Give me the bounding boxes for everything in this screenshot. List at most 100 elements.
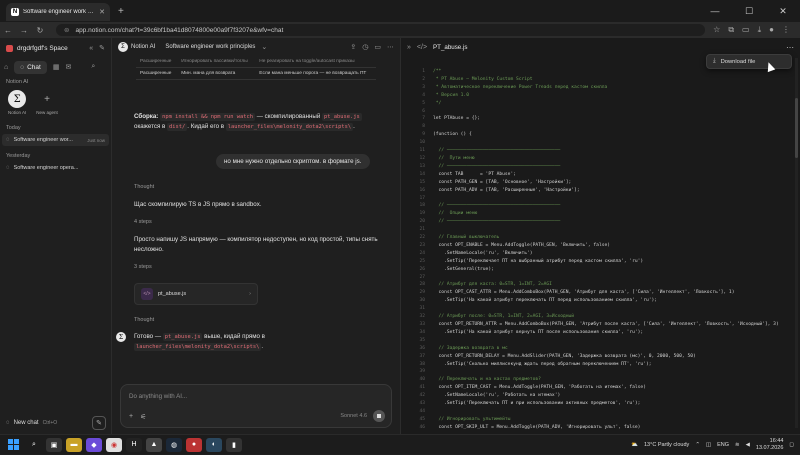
line-number: 26 <box>419 266 425 272</box>
more-options-icon[interactable]: ⋯ <box>786 43 794 52</box>
download-icon[interactable]: ⤓ <box>758 25 762 35</box>
stop-button[interactable] <box>373 410 385 422</box>
h-app-icon[interactable]: H <box>126 437 142 452</box>
line-number: 32 <box>419 314 425 320</box>
scrollbar-thumb[interactable] <box>795 98 798 158</box>
steam-icon[interactable]: ◍ <box>166 437 182 452</box>
code-line: 46 const OPT_SKIP_ULT = Menu.AddToggle(P… <box>411 424 791 430</box>
code-line: 2 * PT Abuse — Melonity Custom Script <box>411 76 791 84</box>
thought-toggle[interactable]: Thought <box>134 317 154 323</box>
panel-toggle-icon[interactable]: ▭ <box>374 43 381 51</box>
bookmark-star-icon[interactable]: ☆ <box>713 25 720 35</box>
steam-client-icon[interactable]: ◐ <box>206 437 222 452</box>
task-view-icon[interactable]: ▣ <box>46 437 62 452</box>
windows-start-icon[interactable] <box>4 438 22 452</box>
url-input[interactable]: ⊜ app.notion.com/chat?t=39c6bf1ba41d8074… <box>56 24 706 36</box>
line-number: 27 <box>419 274 425 280</box>
agent-selector[interactable]: Σ Notion AI <box>118 42 155 52</box>
collapse-panel-icon[interactable]: » <box>407 44 411 51</box>
scrollbar[interactable] <box>795 58 798 428</box>
more-icon[interactable]: ⋯ <box>387 43 394 51</box>
tray-chevron-icon[interactable]: ⌃ <box>695 442 700 448</box>
compose-icon[interactable]: ✎ <box>92 416 106 430</box>
close-window-icon[interactable]: ✕ <box>766 0 800 22</box>
settings-sliders-icon[interactable]: ⚟ <box>140 413 146 421</box>
file-explorer-icon[interactable]: ▬ <box>66 437 82 452</box>
calendar-icon[interactable]: ▦ <box>53 63 60 71</box>
chat-history-title: Software engineer opera... <box>13 165 79 171</box>
code-text: (function () { <box>433 132 472 138</box>
line-number: 1 <box>422 69 425 74</box>
forward-icon[interactable]: → <box>16 26 32 35</box>
home-icon[interactable]: ⌂ <box>4 64 8 71</box>
dota-icon[interactable]: ● <box>186 437 202 452</box>
workspace-switcher[interactable]: drgdrfgdf's Space « ✎ <box>0 38 111 58</box>
code-line: 42 .SetNameLocale('ru', 'Работать на ите… <box>411 392 791 400</box>
code-line: 23 const OPT_ENABLE = Menu.AddToggle(PAT… <box>411 242 791 250</box>
line-number: 39 <box>419 369 425 375</box>
thought-toggle[interactable]: Thought <box>134 184 154 190</box>
minimize-icon[interactable]: — <box>698 0 732 22</box>
download-file-menu-item[interactable]: ⤓ Download file <box>706 54 792 69</box>
history-icon[interactable]: ◷ <box>362 43 368 51</box>
new-tab-icon[interactable]: + <box>118 6 124 17</box>
wifi-icon[interactable]: ≋ <box>735 442 740 448</box>
split-view-icon[interactable]: ▭ <box>742 25 750 35</box>
line-number: 18 <box>419 203 425 209</box>
agent-name: New agent <box>36 110 58 115</box>
browser-menu-icon[interactable]: ⋮ <box>782 25 790 35</box>
chat-history-item[interactable]: ◌ Software engineer wor... Just now <box>2 134 109 146</box>
close-tab-icon[interactable]: ✕ <box>99 8 105 16</box>
code-text: // Главный выключатель <box>433 235 500 241</box>
extensions-icon[interactable]: ⧉ <box>728 25 734 35</box>
new-chat-label: New chat <box>13 420 39 426</box>
chevron-down-icon[interactable]: ⌄ <box>261 43 267 51</box>
app-icon[interactable]: ▮ <box>226 437 242 452</box>
new-page-icon[interactable]: ✎ <box>99 44 105 52</box>
composer-tools: + ⚟ <box>129 413 146 421</box>
code-line: 21 <box>411 226 791 234</box>
clock-date: 13.07.2026 <box>755 445 784 451</box>
app-icon[interactable]: ◆ <box>86 437 102 452</box>
chat-tab[interactable]: ◌ Chat <box>14 60 47 74</box>
line-number: 46 <box>419 424 425 430</box>
reload-icon[interactable]: ↻ <box>32 26 48 35</box>
mail-icon[interactable]: ✉ <box>65 63 71 71</box>
search-icon[interactable]: ⌕ <box>91 63 95 71</box>
steps-toggle[interactable]: 3 steps <box>134 264 152 270</box>
model-selector[interactable]: Sonnet 4.6 <box>340 413 367 419</box>
code-viewer[interactable]: 1 /** 2 * PT Abuse — Melonity Custom Scrip… <box>411 68 791 430</box>
network-icon[interactable]: ◫ <box>706 442 711 448</box>
add-attachment-icon[interactable]: + <box>129 413 133 421</box>
notifications-icon[interactable]: ◻ <box>789 442 794 448</box>
app-icon[interactable]: ▲ <box>146 437 162 452</box>
chrome-icon[interactable]: ◉ <box>106 437 122 452</box>
share-icon[interactable]: ⇪ <box>350 43 356 51</box>
new-chat-button[interactable]: ◌ New chat Ctrl+O <box>6 420 92 426</box>
clock[interactable]: 16:44 13.07.2026 <box>756 438 784 452</box>
chat-history-item[interactable]: ◌ Software engineer opera... <box>0 162 111 174</box>
maximize-icon[interactable]: ☐ <box>732 0 766 22</box>
agent-notion-ai[interactable]: Σ Notion AI <box>8 90 26 120</box>
line-number: 37 <box>419 353 425 359</box>
search-icon[interactable]: ⌕ <box>26 438 42 452</box>
site-info-icon[interactable]: ⊜ <box>64 26 69 34</box>
file-attachment-card[interactable]: </> pt_abuse.js › <box>134 283 258 305</box>
lang-indicator[interactable]: ENG <box>717 442 729 448</box>
code-text: .SetTip('На какой атрибут переключать ПТ… <box>433 298 658 304</box>
agent-new[interactable]: + New agent <box>36 90 58 120</box>
code-text: // Атрибут для каста: 0=STR, 1=INT, 2=AG… <box>433 282 552 288</box>
profile-icon[interactable]: ● <box>769 25 774 35</box>
message-text: Готово — <box>134 333 163 340</box>
agents-list: Σ Notion AI + New agent <box>0 88 111 122</box>
steps-toggle[interactable]: 4 steps <box>134 219 152 225</box>
browser-tab[interactable]: N Software engineer work princ... ✕ <box>6 3 110 21</box>
chat-composer[interactable]: Do anything with AI... + ⚟ Sonnet 4.6 <box>120 384 392 428</box>
weather-text[interactable]: 13°C Partly cloudy <box>644 442 689 448</box>
new-chat-icon: ◌ <box>6 420 10 426</box>
volume-icon[interactable]: ◀ <box>746 442 750 448</box>
code-line: 36 // Задержка возврата в мс <box>411 345 791 353</box>
back-icon[interactable]: ← <box>0 26 16 35</box>
chat-title[interactable]: Software engineer work principles <box>165 44 255 50</box>
sidebar-collapse-icon[interactable]: « <box>89 45 93 52</box>
